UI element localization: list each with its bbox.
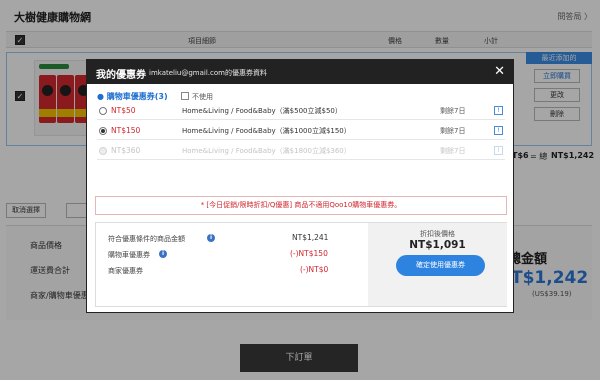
coupon-modal: 我的優惠券 imkateliu@gmail.com的優惠券資料 ✕ ● 購物車優…: [86, 59, 514, 313]
apply-coupon-button[interactable]: 確定使用優惠券: [396, 255, 485, 276]
eligible-amount-label: 符合優惠條件的商品金額: [108, 235, 185, 243]
cart-coupon-value: (-)NT$150: [290, 249, 328, 258]
coupon-radio[interactable]: [99, 107, 107, 115]
info-icon[interactable]: !: [494, 106, 503, 115]
coupon-description: Home&Living / Food&Baby（滿$1800立減$360）: [182, 147, 351, 155]
info-icon[interactable]: i: [207, 234, 215, 242]
coupon-description: Home&Living / Food&Baby（滿$500立減$50）: [182, 107, 342, 115]
final-price-label: 折扣後價格: [420, 230, 455, 238]
coupon-summary: 符合優惠條件的商品金額 i NT$1,241 購物車優惠券 i (-)NT$15…: [95, 222, 507, 307]
info-icon[interactable]: !: [494, 146, 503, 155]
eligible-amount-value: NT$1,241: [292, 233, 329, 242]
coupon-days-left: 剩餘7日: [440, 127, 466, 135]
coupon-radio-selected[interactable]: [99, 127, 107, 135]
not-use-checkbox[interactable]: [181, 92, 189, 100]
info-icon[interactable]: i: [159, 250, 167, 258]
coupon-row-disabled: NT$360 Home&Living / Food&Baby（滿$1800立減$…: [97, 142, 505, 160]
modal-title: 我的優惠券: [96, 70, 146, 81]
coupon-code: NT$50: [111, 106, 136, 115]
coupon-days-left: 剩餘7日: [440, 147, 466, 155]
coupon-row[interactable]: NT$150 Home&Living / Food&Baby（滿$1000立減$…: [97, 122, 505, 140]
coupon-code: NT$150: [111, 126, 141, 135]
cart-coupon-section-title: ● 購物車優惠券(3): [97, 92, 168, 101]
store-coupon-label: 商家優惠券: [108, 267, 143, 275]
modal-email: imkateliu@gmail.com的優惠券資料: [149, 69, 267, 77]
coupon-days-left: 剩餘7日: [440, 107, 466, 115]
coupon-description: Home&Living / Food&Baby（滿$1000立減$150）: [182, 127, 351, 135]
cart-coupon-label: 購物車優惠券: [108, 251, 150, 259]
modal-header: 我的優惠券 imkateliu@gmail.com的優惠券資料 ✕: [87, 60, 513, 84]
store-coupon-value: (-)NT$0: [300, 265, 329, 274]
final-price-amount: NT$1,091: [409, 239, 466, 251]
coupon-notice: * [今日促銷/限時折扣/Q優惠] 商品不適用Qoo10購物車優惠券。: [95, 196, 507, 215]
final-price-panel: 折扣後價格 NT$1,091 確定使用優惠券: [368, 223, 507, 306]
close-icon[interactable]: ✕: [494, 64, 505, 79]
coupon-radio-disabled: [99, 147, 107, 155]
coupon-row[interactable]: NT$50 Home&Living / Food&Baby（滿$500立減$50…: [97, 102, 505, 120]
not-use-label[interactable]: 不使用: [192, 92, 213, 102]
coupon-code: NT$360: [111, 146, 141, 155]
info-icon[interactable]: !: [494, 126, 503, 135]
